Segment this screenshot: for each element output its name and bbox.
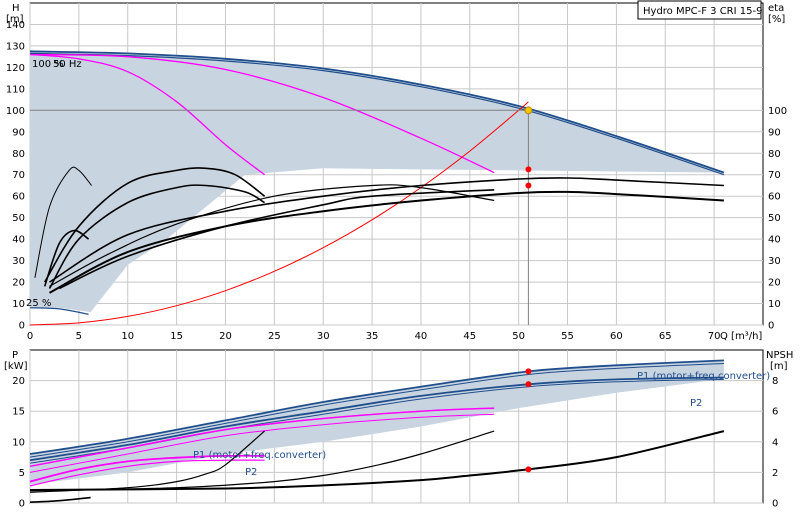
p2-small-label: P2 <box>245 467 257 478</box>
power-point-marker <box>525 381 532 388</box>
npsh-axis-label: NPSH <box>766 350 793 361</box>
y-tick-label: 90 <box>12 127 25 138</box>
y-tick-label: 20 <box>12 278 25 289</box>
x-tick-label: 15 <box>170 331 183 342</box>
p1-main-label: P1 (motor+freq.converter) <box>637 371 770 382</box>
x-tick-label: 40 <box>415 331 428 342</box>
npsh-tick-label: 4 <box>772 437 778 448</box>
y-tick-label: 130 <box>6 41 25 52</box>
y-right-tick-label: 60 <box>768 192 781 203</box>
y-right-tick-label: 30 <box>768 256 781 267</box>
operating-point-marker <box>525 182 532 189</box>
y-right-unit: [%] <box>768 14 785 25</box>
x-tick-label: 35 <box>366 331 379 342</box>
frequency-label: 50 Hz <box>53 59 82 70</box>
x-tick-label: 70 <box>708 331 721 342</box>
p-tick-label: 15 <box>12 407 25 418</box>
y-right-tick-label: 100 <box>768 106 787 117</box>
p-tick-label: 20 <box>12 376 25 387</box>
y-tick-label: 0 <box>19 321 25 332</box>
pump-chart: 0 5 10 15 20 25 30 35 40 45 50 55 60 65 70010203040506… <box>4 0 793 510</box>
x-tick-label: 65 <box>659 331 672 342</box>
operating-point-marker <box>525 166 532 173</box>
p1-small-label: P1 (motor+freq.converter) <box>193 450 326 461</box>
y-right-tick-label: 10 <box>768 299 781 310</box>
y-tick-label: 70 <box>12 170 25 181</box>
power-point-marker <box>525 466 532 473</box>
x-tick-label: 0 <box>27 331 33 342</box>
y-right-tick-label: 90 <box>768 127 781 138</box>
x-tick-label: 5 <box>76 331 82 342</box>
p-axis-label: P <box>12 350 18 361</box>
x-tick-label: 30 <box>317 331 330 342</box>
y-right-tick-label: 80 <box>768 149 781 160</box>
y-left-unit: [m] <box>6 14 24 25</box>
y-tick-label: 120 <box>6 63 25 74</box>
speed-bottom-label: 25 % <box>26 298 51 309</box>
x-tick-label: 20 <box>219 331 232 342</box>
npsh-tick-label: 2 <box>772 468 778 479</box>
y-right-tick-label: 40 <box>768 235 781 246</box>
x-tick-label: 25 <box>268 331 281 342</box>
power-point-marker <box>525 368 532 375</box>
y-tick-label: 80 <box>12 149 25 160</box>
y-tick-label: 100 <box>6 106 25 117</box>
npsh-tick-label: 0 <box>772 499 778 510</box>
npsh-tick-label: 8 <box>772 376 778 387</box>
x-tick-label: 60 <box>610 331 623 342</box>
y-tick-label: 40 <box>12 235 25 246</box>
x-tick-label: 10 <box>121 331 134 342</box>
y-tick-label: 110 <box>6 84 25 95</box>
p-tick-label: 0 <box>19 499 25 510</box>
y-tick-label: 30 <box>12 256 25 267</box>
top-panel: 0 5 10 15 20 25 30 35 40 45 50 55 60 65 70 0 10 20 30 40 50 6… <box>6 0 787 342</box>
p-tick-label: 5 <box>19 468 25 479</box>
x-tick-label: 50 <box>512 331 525 342</box>
p-tick-label: 10 <box>12 437 25 448</box>
y-right-tick-label: 0 <box>768 321 774 332</box>
npsh-axis-unit: [m] <box>770 361 788 372</box>
npsh-tick-label: 6 <box>772 407 778 418</box>
y-tick-label: 60 <box>12 192 25 203</box>
legend-text: Hydro MPC-F 3 CRI 15-9 <box>643 6 762 17</box>
operating-point-marker <box>524 106 533 115</box>
p2-main-label: P2 <box>690 398 702 409</box>
y-left-label: H <box>12 3 20 14</box>
x-tick-label: 55 <box>561 331 574 342</box>
x-tick-label: 45 <box>463 331 476 342</box>
y-tick-label: 50 <box>12 213 25 224</box>
p-axis-unit: [kW] <box>4 361 28 372</box>
y-right-label: eta <box>768 3 784 14</box>
x-axis-label: Q [m³/h] <box>720 331 762 342</box>
y-right-tick-label: 70 <box>768 170 781 181</box>
bottom-panel: 0 5 10 15 20 0 2 4 6 8 P [kW] NPSH [m] P1 (motor+… <box>4 349 793 510</box>
y-right-tick-label: 50 <box>768 213 781 224</box>
y-right-tick-label: 20 <box>768 278 781 289</box>
y-tick-label: 10 <box>12 299 25 310</box>
